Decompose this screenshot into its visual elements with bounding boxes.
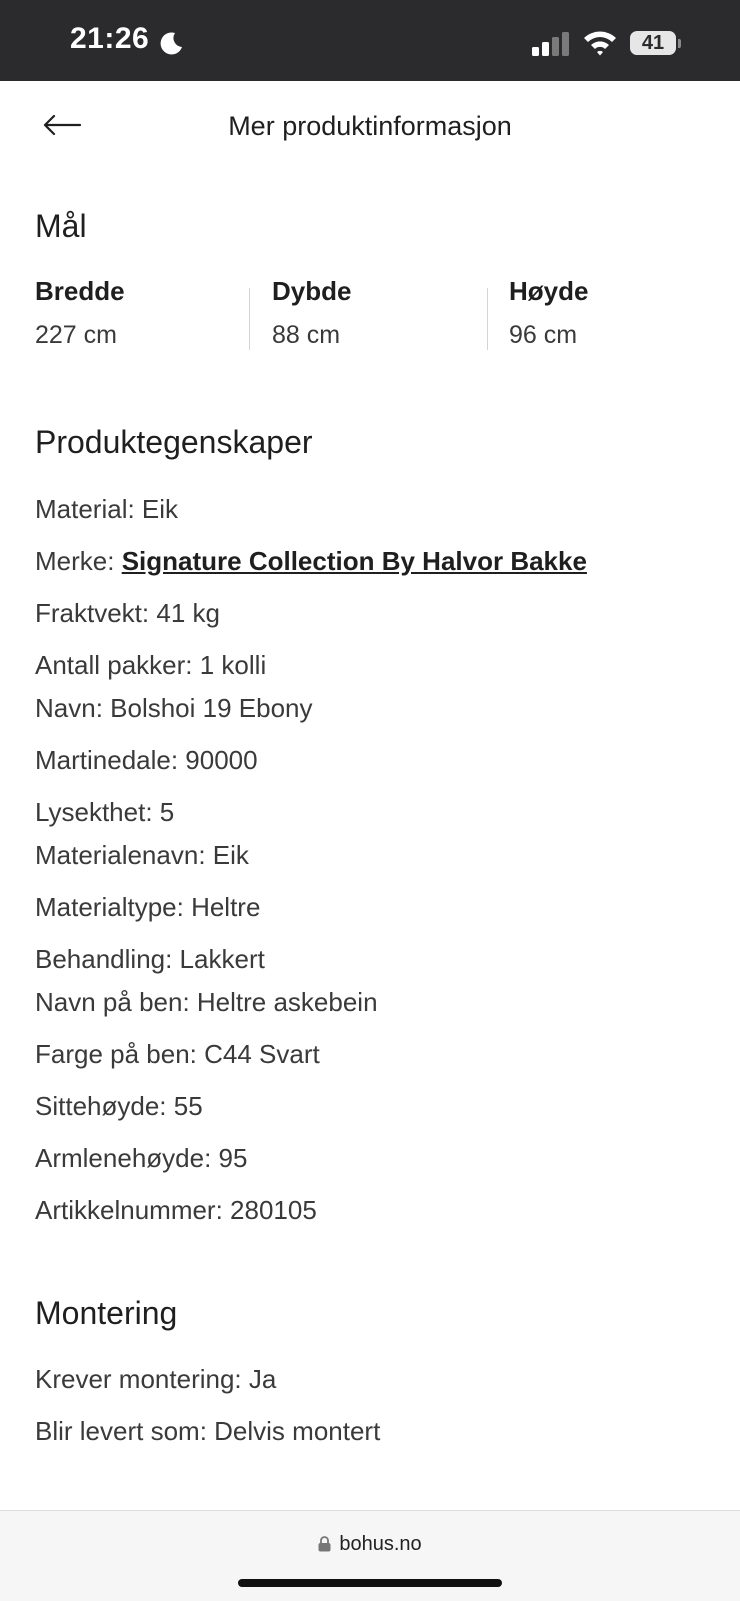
property-item: Artikkelnummer: 280105 <box>35 1195 317 1225</box>
property-item: Navn: Bolshoi 19 Ebony <box>35 693 313 723</box>
battery-level: 41 <box>630 31 676 55</box>
moon-icon <box>160 32 182 55</box>
property-material: Material: Eik <box>35 494 179 524</box>
assembly-title: Montering <box>35 1295 178 1331</box>
status-bar: 21:26 41 <box>0 0 740 81</box>
property-brand-label: Merke: <box>35 546 122 576</box>
dimension-label: Høyde <box>509 276 589 306</box>
property-item: Materialtype: Heltre <box>35 892 261 922</box>
home-indicator <box>238 1579 502 1587</box>
assembly-item: Blir levert som: Delvis montert <box>35 1416 381 1446</box>
signal-icon <box>532 32 569 56</box>
property-item: Fraktvekt: 41 kg <box>35 598 220 628</box>
property-item: Martinedale: 90000 <box>35 745 258 775</box>
browser-bottom-bar: bohus.no <box>0 1510 740 1601</box>
page-title: Mer produktinformasjon <box>228 111 512 141</box>
dimension-depth: Dybde 88 cm <box>272 276 472 350</box>
status-time: 21:26 <box>70 22 150 55</box>
brand-link[interactable]: Signature Collection By Halvor Bakke <box>122 546 587 576</box>
property-item: Behandling: Lakkert <box>35 944 265 974</box>
property-item: Lysekthet: 5 <box>35 797 175 827</box>
divider <box>249 288 250 350</box>
dimension-height: Høyde 96 cm <box>509 276 709 350</box>
dimension-value: 227 cm <box>35 321 117 349</box>
dimensions-title: Mål <box>35 208 87 244</box>
dimension-value: 96 cm <box>509 321 578 349</box>
property-item: Sittehøyde: 55 <box>35 1091 203 1121</box>
address-bar[interactable]: bohus.no <box>0 1533 740 1556</box>
property-item: Materialenavn: Eik <box>35 840 249 870</box>
property-item: Armlenehøyde: 95 <box>35 1143 248 1173</box>
property-brand: Merke: Signature Collection By Halvor Ba… <box>35 546 587 577</box>
assembly-item: Krever montering: Ja <box>35 1364 277 1394</box>
divider <box>487 288 488 350</box>
page-header: Mer produktinformasjon <box>0 81 740 177</box>
property-item: Farge på ben: C44 Svart <box>35 1039 320 1069</box>
dimension-width: Bredde 227 cm <box>35 276 235 350</box>
wifi-icon <box>584 31 616 56</box>
battery-icon: 41 <box>630 31 681 57</box>
dimension-label: Dybde <box>272 276 352 306</box>
url-text: bohus.no <box>339 1533 422 1555</box>
property-item: Antall pakker: 1 kolli <box>35 650 267 680</box>
dimension-label: Bredde <box>35 276 125 306</box>
property-item: Navn på ben: Heltre askebein <box>35 987 378 1017</box>
properties-title: Produktegenskaper <box>35 424 313 460</box>
lock-icon <box>318 1536 331 1552</box>
dimension-value: 88 cm <box>272 321 341 349</box>
